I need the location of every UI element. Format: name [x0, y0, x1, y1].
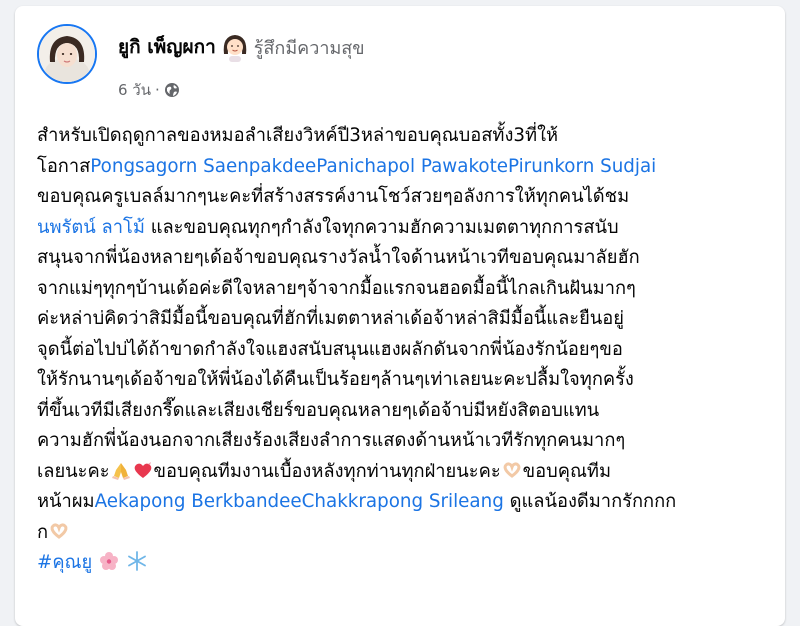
post-line: นพรัตน์ ลาโม้ และขอบคุณทุกๆกำลังใจทุกควา…: [37, 213, 782, 244]
post-line: สำหรับเปิดฤดูกาลของหมอลำเสียงวิหค์ปี3หล่…: [37, 125, 559, 146]
avatar[interactable]: [37, 24, 97, 84]
post-text-fragment: ก: [37, 521, 49, 543]
post-line: ความฮักพี่น้องนอกจากเสียงร้องเสียงลำการแ…: [37, 430, 626, 451]
cherry-blossom-icon: [98, 551, 120, 571]
post-line: ให้รักนานๆเด้อจ้าขอให้พี่น้องได้คืนเป็นร…: [37, 369, 634, 390]
post-line: ค่ะหล่าบ่คิดว่าสิมีมื้อนี้ขอบคุณที่ฮักที…: [37, 308, 624, 329]
timestamp[interactable]: 6 วัน: [118, 78, 151, 102]
meta-separator: ·: [155, 81, 160, 99]
tag-aekapong[interactable]: Aekapong Berkbandee: [95, 491, 302, 512]
post-text-fragment: และขอบคุณทุกๆกำลังใจทุกความฮักความเมตตาท…: [144, 216, 619, 238]
post-card: ยูกิ เพ็ญผกา รู้สึกมีความสุข 6 วัน · สำห…: [15, 6, 785, 626]
post-meta: 6 วัน ·: [118, 78, 180, 102]
post-line: ก: [37, 518, 782, 549]
globe-icon[interactable]: [164, 82, 180, 98]
profile-photo: [39, 26, 95, 82]
folded-hands-icon: [110, 460, 132, 480]
post-line: ที่ขึ้นเวทีมีเสียงกรี๊ดและเสียงเชียร์ขอบ…: [37, 399, 600, 421]
post-line: จากแม่ๆทุกๆบ้านเด้อค่ะดีใจหลายๆจ้าจากมื้…: [37, 277, 636, 299]
post-text-fragment: เลยนะคะ: [37, 460, 110, 482]
post-line: จุดนี้ต่อไปบ่ได้ถ้าขาดกำลังใจแฮงสนับสนุน…: [37, 338, 623, 360]
author-name[interactable]: ยูกิ เพ็ญผกา: [118, 32, 216, 62]
tag-pongsagorn[interactable]: Pongsagorn Saenpakdee: [90, 156, 316, 177]
post-line: ขอบคุณครูเบลล์มากๆนะคะที่สร้างสรรค์งานโช…: [37, 186, 630, 207]
post-header: ยูกิ เพ็ญผกา รู้สึกมีความสุข: [118, 30, 365, 64]
post-line: สนุนจากพี่น้องหลายๆเด้อจ้าขอบคุณรางวัลน้…: [37, 247, 640, 268]
tag-panichapol[interactable]: Panichapol Pawakote: [316, 156, 508, 177]
post-line: เลยนะคะ ขอบคุณทีมงานเบื้องหลังทุกท่านทุกฝ…: [37, 457, 782, 488]
post-text-fragment: หน้าผม: [37, 491, 95, 512]
post-line: โอกาสPongsagorn SaenpakdeePanichapol Paw…: [37, 152, 782, 183]
post-text: สำหรับเปิดฤดูกาลของหมอลำเสียงวิหค์ปี3หล่…: [37, 121, 782, 579]
hashtag-link[interactable]: #คุณยู: [37, 552, 92, 573]
post-text-fragment: โอกาส: [37, 155, 91, 177]
smiling-face-icon: [220, 32, 250, 62]
post-text-fragment: ขอบคุณทีม: [522, 460, 612, 482]
tag-napat[interactable]: นพรัตน์ ลาโม้: [37, 217, 145, 238]
feeling-text: รู้สึกมีความสุข: [253, 37, 365, 59]
heart-icon: [132, 460, 154, 480]
tag-pirunkorn[interactable]: Pirunkorn Sudjai: [508, 156, 656, 177]
heart-hands-icon: [501, 460, 523, 480]
snowflake-icon: [126, 551, 148, 571]
tag-chakkrapong[interactable]: Chakkrapong Srileang: [302, 491, 504, 512]
post-line: #คุณยู: [37, 548, 782, 579]
post-line: หน้าผมAekapong BerkbandeeChakkrapong Sri…: [37, 487, 782, 518]
post-text-fragment: ขอบคุณทีมงานเบื้องหลังทุกท่านทุกฝ่ายนะคะ: [153, 460, 501, 482]
post-text-fragment: ดูแลน้องดีมากรักกกก: [503, 491, 677, 512]
heart-hands-icon: [48, 521, 70, 541]
